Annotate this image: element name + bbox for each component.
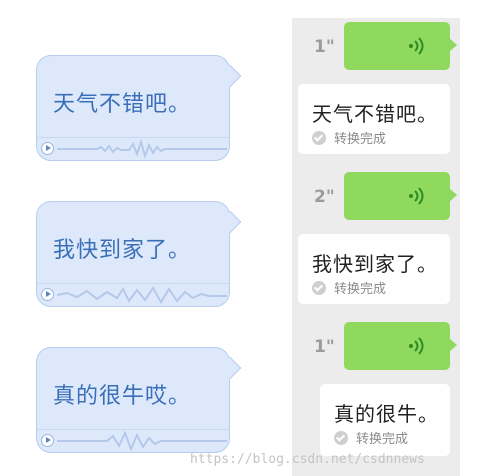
bubble-tail (218, 356, 242, 380)
play-icon[interactable] (41, 434, 54, 447)
audio-player-bar[interactable] (37, 429, 229, 452)
status-label: 转换完成 (334, 132, 387, 147)
voice-message-bubble[interactable]: 真的很牛哎。 (36, 347, 242, 453)
voice-waveform (57, 138, 227, 160)
voice-duration: 2" (314, 187, 335, 207)
transcript-text: 我快到家了。 (53, 238, 192, 263)
check-circle-icon (334, 431, 348, 445)
bubble-tail (449, 38, 457, 52)
status-label: 转换完成 (356, 432, 409, 447)
bubble-tail (449, 188, 457, 202)
conversion-status: 转换完成 (312, 128, 386, 147)
voice-message-bubble[interactable]: 天气不错吧。 (36, 55, 242, 161)
audio-player-bar[interactable] (37, 283, 229, 306)
voice-duration: 1" (314, 337, 335, 357)
voice-message-button[interactable] (344, 22, 457, 70)
sound-wave-icon (409, 187, 424, 205)
transcript-text: 天气不错吧。 (53, 92, 192, 117)
sound-wave-icon (409, 337, 424, 355)
bubble-tail (449, 338, 457, 352)
voice-waveform (57, 430, 227, 452)
voice-message-button[interactable] (344, 322, 457, 370)
voice-waveform (57, 286, 227, 304)
transcript-text: 天气不错吧。 (312, 102, 438, 126)
voice-message-button[interactable] (344, 172, 457, 220)
voice-duration: 1" (314, 37, 335, 57)
transcript-card: 真的很牛。 转换完成 (320, 384, 450, 456)
chat-panel: 1" 天气不错吧。 转换完成 2" 我快到家了。 转换完成 1" 真的很牛。 转… (292, 18, 460, 476)
bubble-tail (218, 64, 242, 88)
transcript-card: 我快到家了。 转换完成 (298, 234, 450, 304)
play-icon[interactable] (41, 142, 54, 155)
transcript-text: 我快到家了。 (312, 252, 438, 276)
sound-wave-icon (409, 37, 424, 55)
play-icon[interactable] (41, 288, 54, 301)
transcript-text: 真的很牛哎。 (53, 384, 192, 409)
transcript-card: 天气不错吧。 转换完成 (298, 84, 450, 154)
status-label: 转换完成 (334, 282, 387, 297)
transcript-text: 真的很牛。 (334, 402, 439, 426)
conversion-status: 转换完成 (334, 428, 408, 447)
bubble-tail (218, 210, 242, 234)
audio-player-bar[interactable] (37, 137, 229, 160)
check-circle-icon (312, 131, 326, 145)
conversion-status: 转换完成 (312, 278, 386, 297)
watermark: https://blog.csdn.net/csdnnews (190, 452, 425, 467)
check-circle-icon (312, 281, 326, 295)
voice-message-bubble[interactable]: 我快到家了。 (36, 201, 242, 307)
